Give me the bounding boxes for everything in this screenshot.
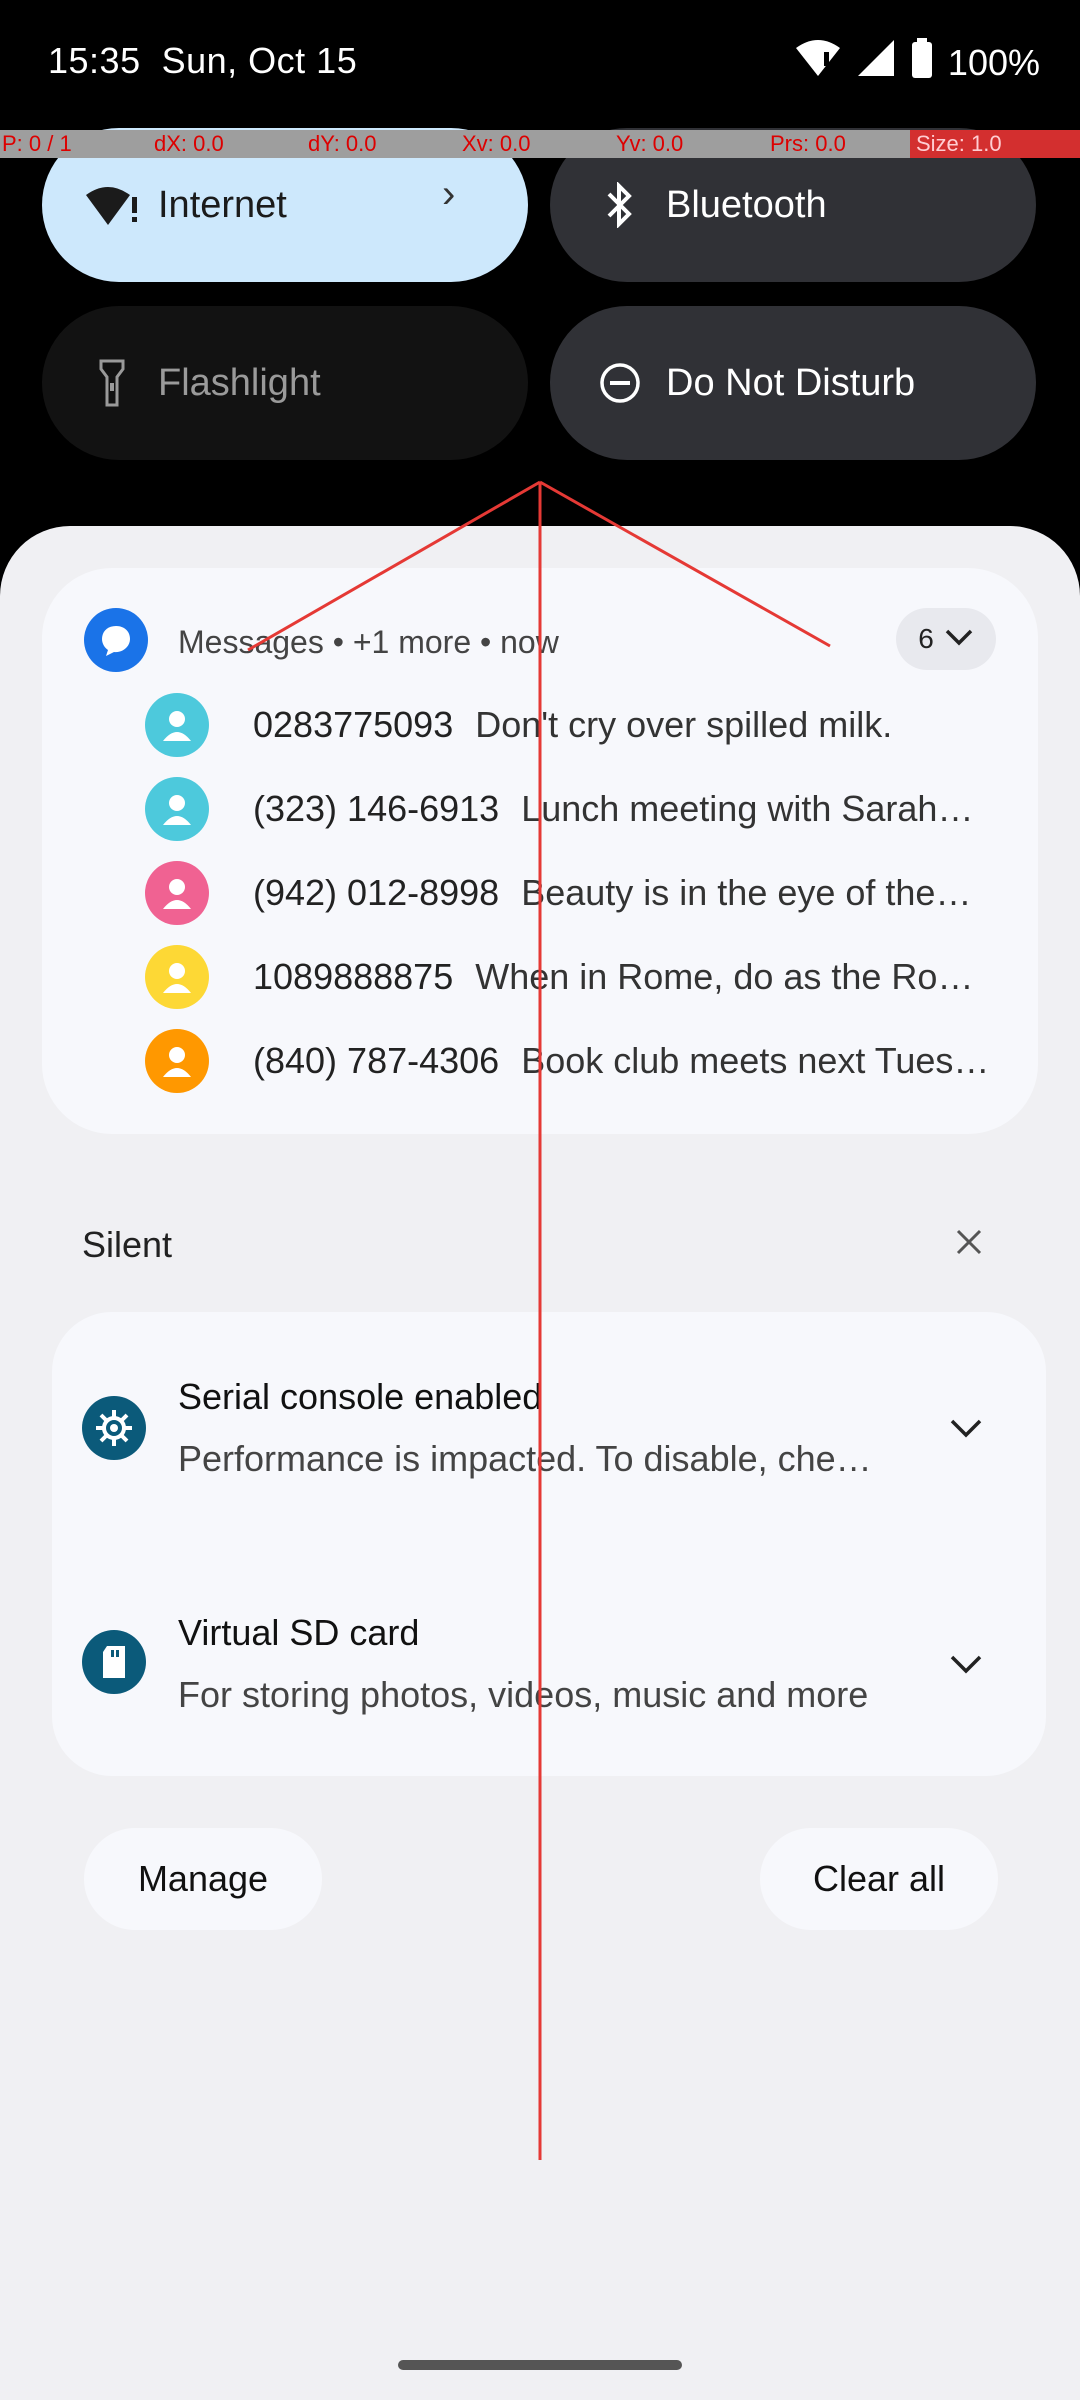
debug-size: Size: 1.0 bbox=[916, 131, 1002, 156]
chevron-down-icon bbox=[949, 1654, 983, 1679]
silent-section-label: Silent bbox=[82, 1224, 173, 1265]
sender-number: 1089888875 bbox=[253, 956, 454, 997]
contact-avatar-icon bbox=[145, 693, 209, 757]
debug-xv: Xv: 0.0 bbox=[462, 131, 531, 156]
clear-all-label: Clear all bbox=[812, 1858, 946, 1899]
contact-avatar-icon bbox=[145, 861, 209, 925]
notification-title: Serial console enabled bbox=[178, 1376, 543, 1417]
contact-avatar-icon bbox=[145, 777, 209, 841]
messages-app-icon bbox=[84, 608, 148, 672]
expand-notification-button[interactable] bbox=[932, 1632, 1000, 1700]
sd-card-icon bbox=[82, 1630, 146, 1694]
do-not-disturb-label: Do Not Disturb bbox=[666, 361, 916, 404]
message-row[interactable]: (323) 146-6913 Lunch meeting with Sarah… bbox=[145, 774, 1005, 844]
contact-avatar-icon bbox=[145, 945, 209, 1009]
notification-body: Performance is impacted. To disable, che… bbox=[178, 1438, 872, 1479]
sender-number: (840) 787-4306 bbox=[253, 1040, 500, 1081]
bluetooth-icon bbox=[590, 175, 650, 235]
debug-dy: dY: 0.0 bbox=[308, 131, 377, 156]
battery-percent: 100% bbox=[947, 41, 1040, 83]
chevron-down-icon bbox=[944, 628, 974, 651]
message-preview: When in Rome, do as the Ro… bbox=[475, 956, 974, 997]
do-not-disturb-icon bbox=[590, 353, 650, 413]
wifi-icon bbox=[794, 38, 842, 87]
home-indicator[interactable] bbox=[398, 2360, 682, 2370]
battery-icon bbox=[910, 38, 934, 87]
expand-notification-button[interactable] bbox=[932, 1396, 1000, 1464]
flashlight-icon bbox=[82, 353, 142, 413]
message-preview: Beauty is in the eye of the… bbox=[521, 872, 972, 913]
debug-yv: Yv: 0.0 bbox=[616, 131, 684, 156]
virtual-sd-card-notification[interactable]: Virtual SD card For storing photos, vide… bbox=[52, 1554, 1046, 1784]
message-row[interactable]: 0283775093 Don't cry over spilled milk. bbox=[145, 690, 1005, 760]
clear-silent-button[interactable] bbox=[920, 1198, 1018, 1290]
notification-title: Virtual SD card bbox=[178, 1612, 420, 1653]
chevron-right-icon[interactable]: › bbox=[442, 172, 455, 217]
message-preview: Book club meets next Tues… bbox=[521, 1040, 990, 1081]
message-count: 6 bbox=[918, 623, 934, 654]
internet-label: Internet bbox=[158, 183, 287, 226]
status-time: 15:35 Sun, Oct 15 bbox=[48, 40, 357, 82]
debug-pressure: Prs: 0.0 bbox=[770, 131, 846, 156]
manage-button[interactable]: Manage bbox=[84, 1828, 322, 1930]
message-row[interactable]: 1089888875 When in Rome, do as the Ro… bbox=[145, 942, 1005, 1012]
cellular-signal-icon bbox=[856, 38, 896, 87]
do-not-disturb-tile[interactable]: Do Not Disturb bbox=[550, 306, 1036, 460]
serial-console-notification[interactable]: Serial console enabled Performance is im… bbox=[52, 1334, 1046, 1552]
message-row[interactable]: (840) 787-4306 Book club meets next Tues… bbox=[145, 1026, 1005, 1096]
status-icons: 100% bbox=[794, 38, 1040, 87]
wifi-alert-icon bbox=[82, 175, 142, 235]
flashlight-label: Flashlight bbox=[158, 361, 321, 404]
sender-number: (323) 146-6913 bbox=[253, 788, 500, 829]
message-preview: Lunch meeting with Sarah… bbox=[521, 788, 974, 829]
settings-gear-icon bbox=[82, 1396, 146, 1460]
debug-dx: dX: 0.0 bbox=[154, 131, 224, 156]
contact-avatar-icon bbox=[145, 1029, 209, 1093]
bluetooth-label: Bluetooth bbox=[666, 183, 827, 226]
sender-number: (942) 012-8998 bbox=[253, 872, 500, 913]
clear-all-button[interactable]: Clear all bbox=[760, 1828, 998, 1930]
debug-pointer: P: 0 / 1 bbox=[2, 131, 72, 156]
manage-label: Manage bbox=[137, 1858, 269, 1899]
clock: 15:35 bbox=[48, 40, 141, 81]
expand-messages-button[interactable]: 6 bbox=[896, 608, 996, 670]
notification-body: For storing photos, videos, music and mo… bbox=[178, 1674, 869, 1715]
chevron-down-icon bbox=[949, 1418, 983, 1443]
sender-number: 0283775093 bbox=[253, 704, 454, 745]
debug-size-bar: Size: 1.0 bbox=[910, 130, 1080, 158]
date: Sun, Oct 15 bbox=[161, 40, 358, 81]
message-row[interactable]: (942) 012-8998 Beauty is in the eye of th… bbox=[145, 858, 1005, 928]
flashlight-tile[interactable]: Flashlight bbox=[42, 306, 528, 460]
messages-header: Messages • +1 more • now bbox=[178, 624, 559, 660]
message-preview: Don't cry over spilled milk. bbox=[475, 704, 893, 745]
close-icon bbox=[954, 1227, 984, 1262]
